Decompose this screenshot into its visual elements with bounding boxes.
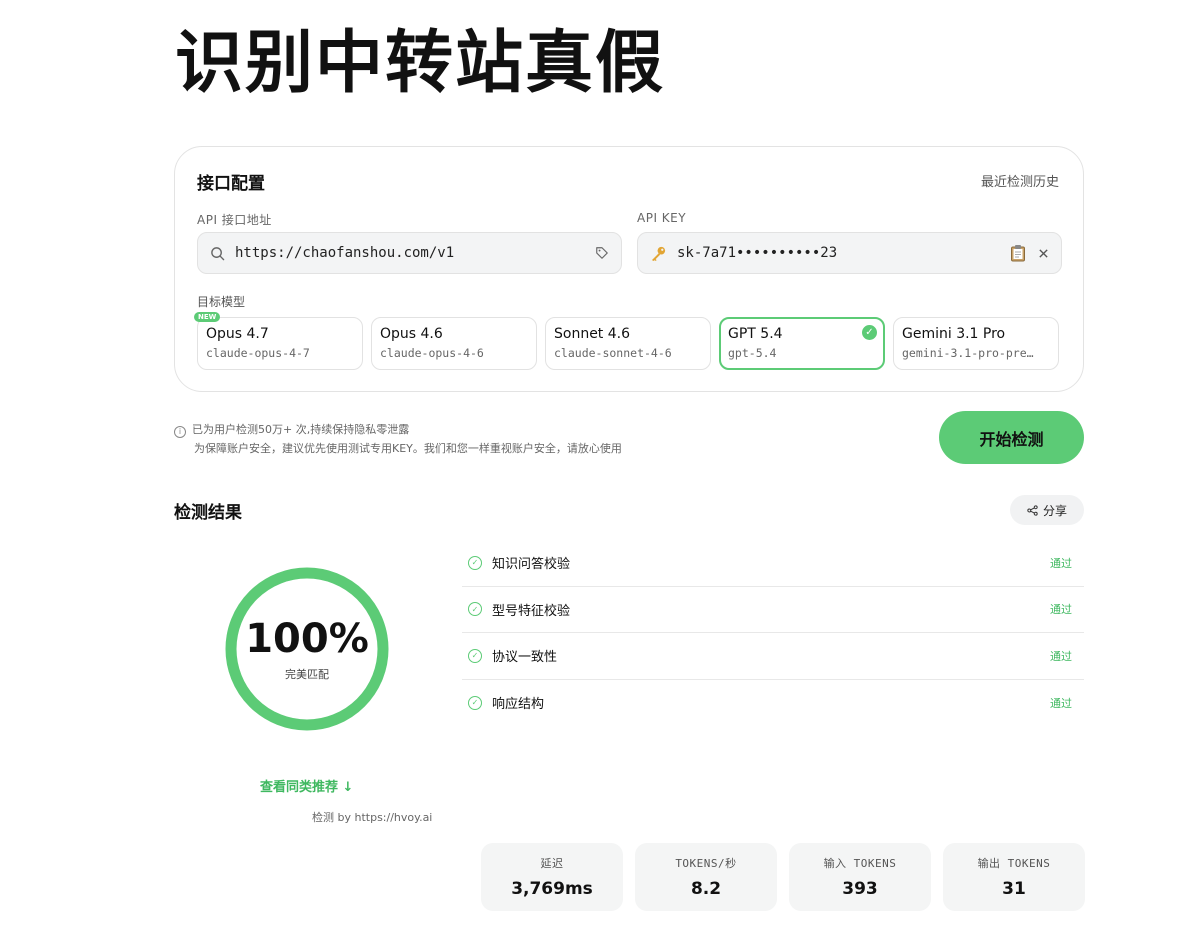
stats-row: 延迟 3,769ms TOKENS/秒 8.2 输入 TOKENS 393 输出… bbox=[481, 843, 1085, 911]
stat-value: 31 bbox=[1002, 879, 1026, 899]
api-key-input[interactable] bbox=[677, 245, 1010, 261]
check-row: ✓ 型号特征校验 通过 bbox=[462, 587, 1084, 633]
share-label: 分享 bbox=[1042, 503, 1067, 518]
info-icon: i bbox=[174, 426, 186, 438]
check-label: 协议一致性 bbox=[492, 650, 558, 666]
stat-value: 393 bbox=[842, 879, 878, 899]
model-card-gpt-5-4[interactable]: ✓ GPT 5.4 gpt-5.4 bbox=[719, 317, 885, 370]
stat-output-tokens: 输出 TOKENS 31 bbox=[943, 843, 1085, 911]
api-url-input[interactable] bbox=[235, 245, 595, 261]
model-name: GPT 5.4 bbox=[728, 326, 783, 342]
model-name: Opus 4.6 bbox=[380, 326, 443, 342]
model-id: claude-opus-4-6 bbox=[380, 346, 484, 360]
recent-history-link[interactable]: 最近检测历史 bbox=[981, 171, 1059, 190]
model-card-sonnet-4-6[interactable]: Sonnet 4.6 claude-sonnet-4-6 bbox=[545, 317, 711, 370]
results-title: 检测结果 bbox=[174, 503, 242, 523]
clipboard-icon[interactable] bbox=[1010, 244, 1026, 262]
new-badge: NEW bbox=[194, 312, 221, 322]
api-url-field[interactable] bbox=[197, 232, 622, 274]
check-status: 通过 bbox=[1050, 556, 1072, 570]
share-icon bbox=[1027, 504, 1038, 516]
start-detection-button[interactable]: 开始检测 bbox=[939, 411, 1084, 464]
model-id: claude-sonnet-4-6 bbox=[554, 346, 672, 360]
check-list: ✓ 知识问答校验 通过 ✓ 型号特征校验 通过 ✓ 协议一致性 通过 ✓ 响应结… bbox=[462, 540, 1084, 726]
model-card-opus-4-6[interactable]: Opus 4.6 claude-opus-4-6 bbox=[371, 317, 537, 370]
selected-check-icon: ✓ bbox=[862, 325, 877, 340]
stat-value: 8.2 bbox=[690, 879, 722, 899]
privacy-notice: i 已为用户检测50万+ 次,持续保持隐私零泄露 为保障账户安全，建议优先使用测试… bbox=[174, 420, 622, 458]
stat-tokens-per-second: TOKENS/秒 8.2 bbox=[635, 843, 777, 911]
notice-line-2: 为保障账户安全，建议优先使用测试专用KEY。我们和您一样重视账户安全，请放心使用 bbox=[194, 442, 622, 455]
score-percent: 100% bbox=[245, 616, 369, 662]
detect-by-credit: 检测 by https://hvoy.ai bbox=[312, 811, 433, 824]
stat-value: 3,769ms bbox=[511, 879, 593, 899]
key-icon bbox=[650, 245, 667, 262]
share-button[interactable]: 分享 bbox=[1010, 495, 1084, 525]
check-label: 型号特征校验 bbox=[492, 603, 571, 619]
stat-label: 输出 TOKENS bbox=[977, 857, 1051, 870]
model-card-opus-4-7[interactable]: NEW Opus 4.7 claude-opus-4-7 bbox=[194, 312, 363, 370]
model-name: Sonnet 4.6 bbox=[554, 326, 631, 342]
model-list: NEW Opus 4.7 claude-opus-4-7 Opus 4.6 cl… bbox=[194, 312, 1059, 370]
check-circle-icon: ✓ bbox=[468, 648, 482, 663]
clear-icon[interactable] bbox=[1038, 248, 1049, 259]
model-name: Opus 4.7 bbox=[206, 326, 269, 342]
page-title: 识别中转站真假 bbox=[175, 24, 666, 103]
api-config-card: 接口配置 最近检测历史 API 接口地址 API KEY 目标模型 NEW Op… bbox=[174, 146, 1084, 392]
stat-label: TOKENS/秒 bbox=[675, 857, 737, 870]
config-title: 接口配置 bbox=[197, 174, 265, 194]
notice-line-1: 已为用户检测50万+ 次,持续保持隐私零泄露 bbox=[192, 423, 410, 436]
score-label: 完美匹配 bbox=[285, 668, 329, 681]
check-status: 通过 bbox=[1050, 649, 1072, 663]
api-url-label: API 接口地址 bbox=[197, 213, 272, 227]
check-circle-icon: ✓ bbox=[468, 555, 482, 570]
tag-icon[interactable] bbox=[595, 246, 609, 260]
stat-label: 输入 TOKENS bbox=[823, 857, 897, 870]
search-icon bbox=[210, 246, 225, 261]
stat-latency: 延迟 3,769ms bbox=[481, 843, 623, 911]
check-row: ✓ 协议一致性 通过 bbox=[462, 633, 1084, 680]
model-id: claude-opus-4-7 bbox=[206, 346, 310, 360]
view-recommendations-link[interactable]: 查看同类推荐 ↓ bbox=[260, 776, 353, 795]
check-circle-icon: ✓ bbox=[468, 695, 482, 710]
score-ring: 100% 完美匹配 bbox=[225, 567, 389, 731]
check-row: ✓ 知识问答校验 通过 bbox=[462, 540, 1084, 587]
model-id: gemini-3.1-pro-pre… bbox=[902, 346, 1034, 360]
stat-label: 延迟 bbox=[540, 857, 564, 870]
check-row: ✓ 响应结构 通过 bbox=[462, 680, 1084, 727]
check-status: 通过 bbox=[1050, 603, 1072, 617]
check-circle-icon: ✓ bbox=[468, 602, 482, 617]
target-model-label: 目标模型 bbox=[197, 295, 246, 309]
model-card-gemini-3-1-pro[interactable]: Gemini 3.1 Pro gemini-3.1-pro-pre… bbox=[893, 317, 1059, 370]
check-label: 响应结构 bbox=[492, 697, 545, 713]
api-key-field[interactable] bbox=[637, 232, 1062, 274]
check-label: 知识问答校验 bbox=[492, 557, 571, 573]
model-name: Gemini 3.1 Pro bbox=[902, 326, 1006, 342]
check-status: 通过 bbox=[1050, 696, 1072, 710]
model-id: gpt-5.4 bbox=[728, 346, 777, 360]
stat-input-tokens: 输入 TOKENS 393 bbox=[789, 843, 931, 911]
api-key-label: API KEY bbox=[637, 211, 687, 225]
